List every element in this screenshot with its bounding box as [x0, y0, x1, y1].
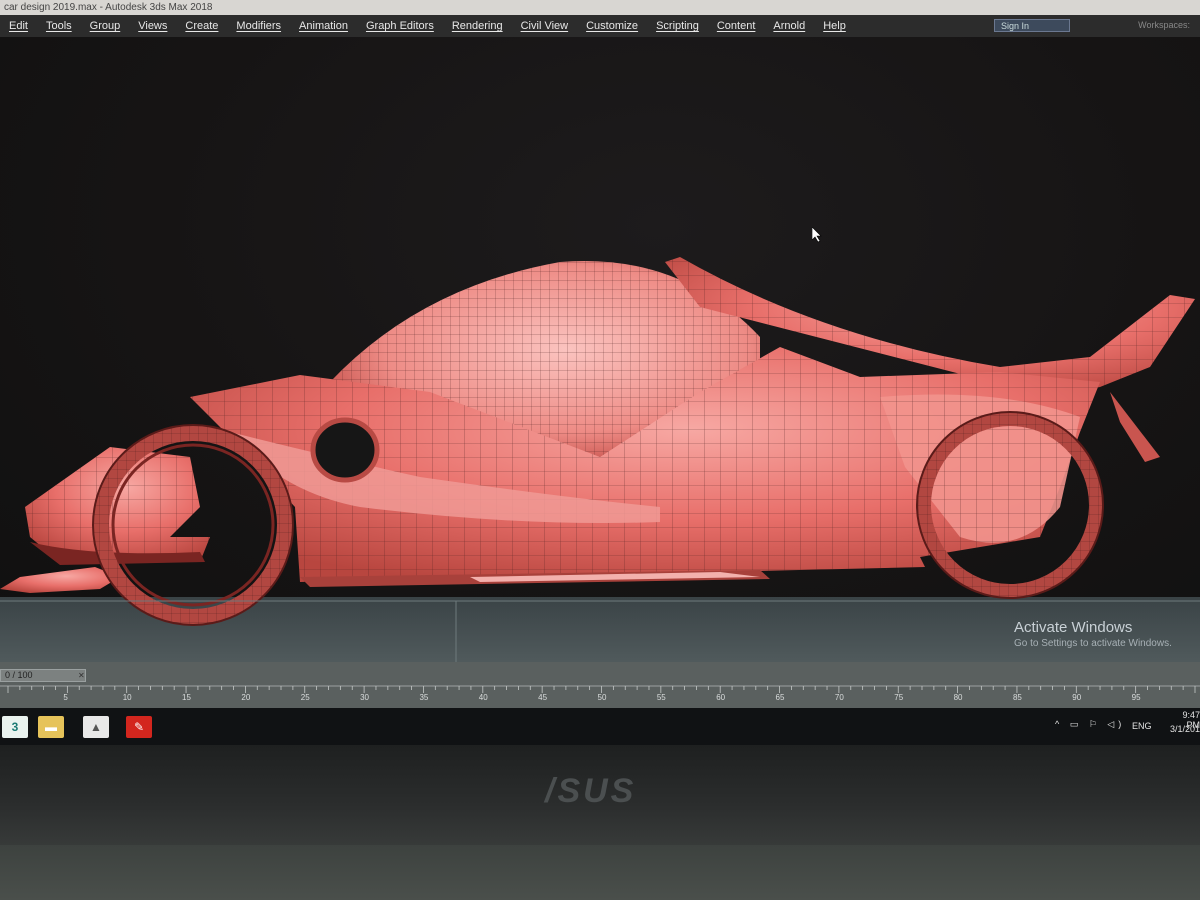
tick-label: 40 [478, 693, 488, 702]
animation-timeline: 0 / 100 ✕ 5 10 15 20 25 30 35 40 45 50 55 60 65 70 75 8… [0, 662, 1200, 708]
file-explorer-icon[interactable]: ▬ [38, 716, 64, 738]
menu-arnold[interactable]: Arnold [764, 20, 814, 32]
language-indicator[interactable]: ENG [1132, 721, 1152, 731]
menu-content[interactable]: Content [708, 20, 765, 32]
3ds-max-icon[interactable]: 3 [2, 716, 28, 738]
menu-modifiers[interactable]: Modifiers [227, 20, 290, 32]
menu-customize[interactable]: Customize [577, 20, 647, 32]
menu-rendering[interactable]: Rendering [443, 20, 512, 32]
system-tray: ^ ▭ ⚐ ◁) ENG 9:47 PM 3/1/2019 [1050, 708, 1200, 745]
monitor-screen: car design 2019.max - Autodesk 3ds Max 2… [0, 0, 1200, 745]
tick-label: 10 [122, 693, 132, 702]
car-model-render [0, 257, 1200, 662]
activation-watermark: Activate Windows Go to Settings to activ… [1014, 619, 1172, 649]
watermark-title: Activate Windows [1014, 619, 1133, 636]
workspaces-label: Workspaces: [1138, 20, 1190, 30]
tick-label: 50 [597, 693, 607, 702]
tick-label: 5 [63, 693, 68, 702]
menu-bar: Edit Tools Group Views Create Modifiers … [0, 15, 1200, 37]
tick-label: 25 [300, 693, 310, 702]
windows-taskbar: 3 ▬ ▲ ✎ ^ ▭ ⚐ ◁) ENG 9:47 PM 3/1/2019 [0, 708, 1200, 745]
tick-label: 85 [1012, 693, 1022, 702]
perspective-viewport[interactable]: Activate Windows Go to Settings to activ… [0, 37, 1200, 662]
tick-label: 70 [834, 693, 844, 702]
menu-views[interactable]: Views [129, 20, 176, 32]
menu-help[interactable]: Help [814, 20, 855, 32]
tick-label: 20 [241, 693, 251, 702]
tick-label: 65 [775, 693, 785, 702]
menu-create[interactable]: Create [176, 20, 227, 32]
time-slider[interactable]: 0 / 100 ✕ [0, 669, 86, 682]
pdf-reader-icon[interactable]: ✎ [126, 716, 152, 738]
tick-label: 80 [953, 693, 963, 702]
tick-label: 15 [182, 693, 191, 702]
menu-group[interactable]: Group [81, 20, 130, 32]
menu-scripting[interactable]: Scripting [647, 20, 708, 32]
tick-label: 90 [1072, 693, 1082, 702]
frame-counter: 0 / 100 [5, 670, 33, 680]
clock-date[interactable]: 3/1/2019 [1170, 724, 1200, 734]
tray-icons[interactable]: ^ ▭ ⚐ ◁) [1055, 719, 1125, 730]
slider-next-icon[interactable]: ✕ [78, 670, 85, 681]
sign-in-dropdown[interactable]: Sign In [994, 19, 1070, 32]
frame-ruler[interactable]: 5 10 15 20 25 30 35 40 45 50 55 60 65 70 75 80 85 90 95 [0, 684, 1200, 704]
tick-label: 45 [538, 693, 548, 702]
menu-edit[interactable]: Edit [0, 20, 37, 32]
menu-civil-view[interactable]: Civil View [512, 20, 577, 32]
photos-icon[interactable]: ▲ [83, 716, 109, 738]
menu-tools[interactable]: Tools [37, 20, 81, 32]
menu-animation[interactable]: Animation [290, 20, 357, 32]
tick-label: 95 [1131, 693, 1141, 702]
watermark-subtitle: Go to Settings to activate Windows. [1014, 638, 1172, 649]
tick-label: 30 [360, 693, 369, 702]
laptop-brand-logo: /SUS [545, 772, 637, 810]
desk-surface [0, 845, 1200, 900]
tick-label: 35 [419, 693, 429, 702]
tick-label: 55 [656, 693, 666, 702]
window-titlebar: car design 2019.max - Autodesk 3ds Max 2… [0, 0, 1200, 15]
tick-label: 75 [894, 693, 904, 702]
window-title: car design 2019.max - Autodesk 3ds Max 2… [4, 2, 213, 13]
tick-label: 60 [716, 693, 726, 702]
menu-graph-editors[interactable]: Graph Editors [357, 20, 443, 32]
